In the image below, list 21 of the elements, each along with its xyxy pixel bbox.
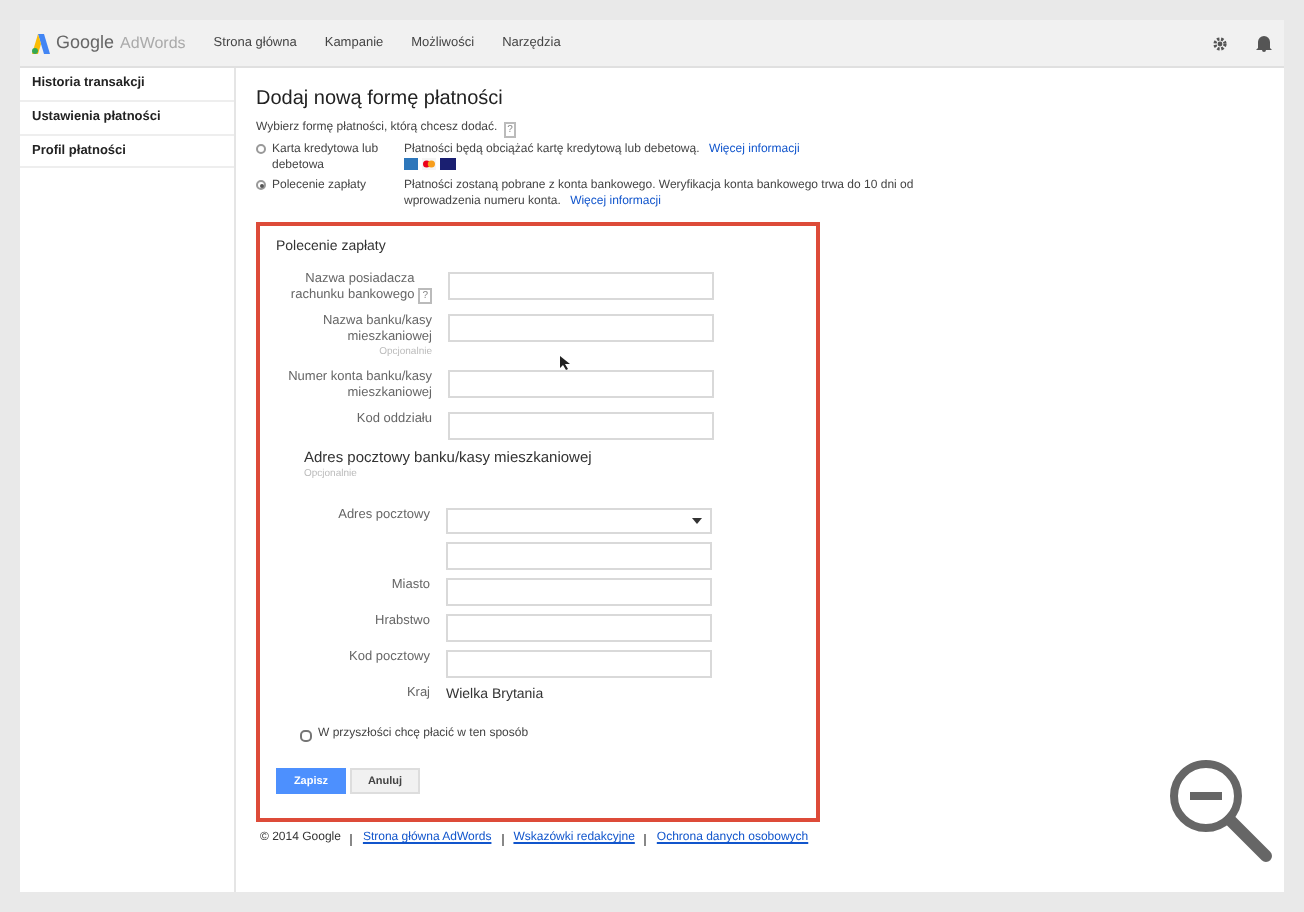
text-input-field[interactable] (446, 541, 712, 570)
text-input-field[interactable] (448, 370, 714, 398)
address-dropdown[interactable] (446, 507, 712, 534)
zoom-out-icon[interactable] (1166, 756, 1274, 864)
text-input-field[interactable] (448, 313, 714, 341)
logo-icon (32, 33, 50, 53)
text-input-field[interactable] (448, 412, 714, 440)
caret-icon (692, 517, 702, 524)
page-title: Dodaj nową formę płatności (256, 86, 505, 114)
settings-icon[interactable] (1212, 35, 1228, 51)
text-input-field[interactable] (446, 577, 712, 606)
text-input-field[interactable] (446, 649, 712, 678)
logo-product: AdWords (120, 31, 186, 55)
logo-text: Google (56, 29, 115, 56)
text-input-field[interactable] (446, 613, 712, 642)
checkbox[interactable] (300, 729, 312, 742)
bell-icon[interactable] (1256, 34, 1272, 52)
radio-button[interactable] (256, 180, 266, 190)
radio-button[interactable] (256, 144, 266, 154)
text-input-field[interactable] (448, 271, 714, 299)
pointer-icon (560, 356, 570, 370)
